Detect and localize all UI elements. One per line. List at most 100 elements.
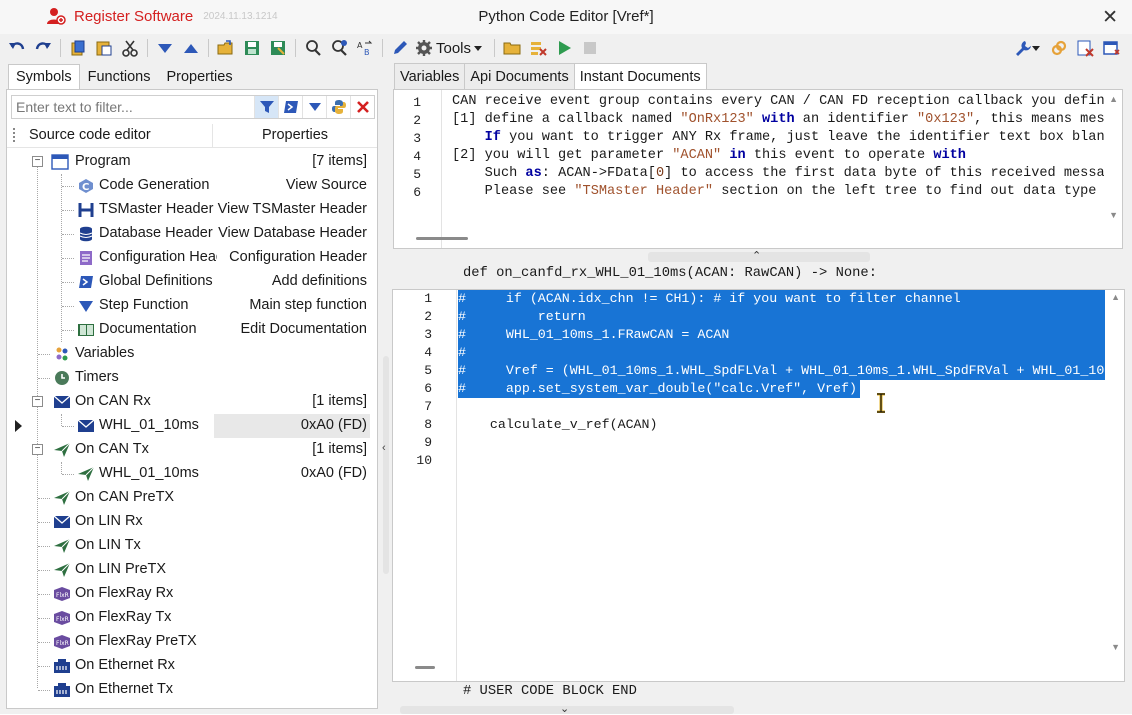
chain-link-icon: [1051, 40, 1067, 56]
send-icon: [77, 465, 95, 483]
tab-instant-documents[interactable]: Instant Documents: [573, 63, 707, 90]
horizontal-scrollbar-thumb[interactable]: [416, 237, 468, 240]
run-button[interactable]: [553, 37, 575, 59]
move-up-button[interactable]: [180, 37, 202, 59]
filter-input[interactable]: [12, 96, 254, 118]
paste-button[interactable]: [93, 37, 115, 59]
close-icon: [356, 101, 369, 113]
ethernet-icon: [53, 657, 71, 675]
tree-item-code-generation[interactable]: C Code Generation View Source: [7, 174, 377, 198]
tree-item-property: Configuration Header: [226, 249, 367, 265]
doc-keyword-span: as: [525, 166, 542, 181]
tree-item-label: Timers: [75, 369, 119, 385]
move-down-button[interactable]: [154, 37, 176, 59]
horizontal-scrollbar-thumb[interactable]: [415, 666, 435, 669]
tree-item-on-lin-tx[interactable]: On LIN Tx: [7, 534, 377, 558]
collapse-up-arrow-icon[interactable]: ⌃: [752, 249, 761, 262]
tree-item-global-definitions[interactable]: Global Definitions Add definitions: [7, 270, 377, 294]
tree-item-on-flexray-rx[interactable]: FlxR On FlexRay Rx: [7, 582, 377, 606]
tree-item-on-lin-rx[interactable]: On LIN Rx: [7, 510, 377, 534]
tree-item-tsmaster-header[interactable]: TSMaster Header View TSMaster Header: [7, 198, 377, 222]
redo-button[interactable]: [32, 37, 54, 59]
filter-button[interactable]: [254, 96, 278, 118]
tree-item-whl-01-10ms-tx[interactable]: WHL_01_10ms 0xA0 (FD): [7, 462, 377, 486]
code-line: # if (ACAN.idx_chn != CH1): # if you wan…: [458, 291, 961, 306]
pencil-icon: [394, 41, 407, 54]
tree-item-database-header[interactable]: Database Header View Database Header: [7, 222, 377, 246]
close-document-button[interactable]: [1074, 37, 1096, 59]
tree-item-on-flexray-tx[interactable]: FlxR On FlexRay Tx: [7, 606, 377, 630]
collapse-down-arrow-icon[interactable]: ⌄: [560, 702, 569, 715]
save-as-button[interactable]: [267, 37, 289, 59]
tab-api-documents[interactable]: Api Documents: [464, 63, 575, 90]
code-editor[interactable]: 1 2 3 4 5 6 7 8 9 10 # if (ACAN.idx_chn …: [392, 289, 1125, 682]
settings-dropdown-button[interactable]: [1010, 37, 1044, 59]
collapse-toggle[interactable]: −: [32, 444, 43, 455]
copy-button[interactable]: [67, 37, 89, 59]
database-icon: [77, 225, 95, 243]
find-button[interactable]: [302, 37, 324, 59]
collapse-left-arrow-icon[interactable]: ‹: [382, 442, 386, 454]
tree-header-name-column[interactable]: Source code editor: [7, 124, 213, 147]
tree-item-label: Code Generation: [99, 177, 210, 193]
send-icon: [53, 489, 71, 507]
python-filter-button[interactable]: [326, 96, 350, 118]
tab-variables[interactable]: Variables: [394, 63, 466, 90]
tree-guide-line: [62, 210, 74, 211]
doc-line-number-gutter: 1 2 3 4 5 6: [394, 90, 442, 248]
scroll-up-icon[interactable]: ▲: [1109, 94, 1118, 104]
tree-item-on-flexray-pretx[interactable]: FlxR On FlexRay PreTX: [7, 630, 377, 654]
tree-item-label: WHL_01_10ms: [99, 417, 199, 433]
open-file-button[interactable]: [215, 37, 237, 59]
clear-filter-button[interactable]: [350, 96, 374, 118]
close-window-button[interactable]: ✕: [1102, 6, 1118, 29]
tree-item-on-lin-pretx[interactable]: On LIN PreTX: [7, 558, 377, 582]
cut-button[interactable]: [119, 37, 141, 59]
replace-button[interactable]: AB: [354, 37, 376, 59]
tools-menu[interactable]: Tools: [415, 39, 483, 57]
tree-item-on-can-rx[interactable]: − On CAN Rx [1 items]: [7, 390, 377, 414]
panel-splitter[interactable]: ‹: [381, 64, 391, 710]
tree-header-properties-column[interactable]: Properties: [213, 124, 377, 147]
tree-item-documentation[interactable]: Documentation Edit Documentation: [7, 318, 377, 342]
window-mode-button[interactable]: [1100, 37, 1122, 59]
tree-item-label: On LIN PreTX: [75, 561, 167, 577]
open-folder-button[interactable]: [501, 37, 523, 59]
link-button[interactable]: [1048, 37, 1070, 59]
powershell-filter-button[interactable]: [278, 96, 302, 118]
instant-documents-viewer[interactable]: 1 2 3 4 5 6 CAN receive event group cont…: [393, 89, 1123, 249]
stop-button[interactable]: [579, 37, 601, 59]
tree-item-timers[interactable]: Timers: [7, 366, 377, 390]
undo-button[interactable]: [6, 37, 28, 59]
scroll-up-icon[interactable]: ▲: [1111, 292, 1120, 302]
tab-properties[interactable]: Properties: [158, 64, 240, 90]
triangle-up-icon: [184, 44, 198, 53]
clear-button[interactable]: [527, 37, 549, 59]
edit-button[interactable]: [389, 37, 411, 59]
tab-functions[interactable]: Functions: [80, 64, 159, 90]
tree-item-label: On Ethernet Tx: [75, 681, 174, 697]
row-indicator-arrow-icon: [15, 420, 22, 432]
collapse-filter-button[interactable]: [302, 96, 326, 118]
tree-item-whl-01-10ms-rx[interactable]: WHL_01_10ms 0xA0 (FD): [7, 414, 377, 438]
tree-item-on-ethernet-rx[interactable]: On Ethernet Rx: [7, 654, 377, 678]
tree-item-on-can-tx[interactable]: − On CAN Tx [1 items]: [7, 438, 377, 462]
documents-splitter[interactable]: ⌃: [648, 249, 870, 262]
tree-item-program[interactable]: − Program [7 items]: [7, 150, 377, 174]
tab-symbols[interactable]: Symbols: [8, 64, 80, 90]
save-button[interactable]: [241, 37, 263, 59]
find-next-button[interactable]: [328, 37, 350, 59]
tree-item-step-function[interactable]: Step Function Main step function: [7, 294, 377, 318]
tree-item-variables[interactable]: Variables: [7, 342, 377, 366]
tree-item-on-can-pretx[interactable]: On CAN PreTX: [7, 486, 377, 510]
collapse-toggle[interactable]: −: [32, 396, 43, 407]
tree-item-on-ethernet-tx[interactable]: On Ethernet Tx: [7, 678, 377, 702]
doc-number-span: 0: [655, 166, 665, 181]
main-toolbar: AB Tools: [0, 34, 1132, 62]
tree-item-configuration-header[interactable]: Configuration Header Configuration Heade…: [7, 246, 377, 270]
bottom-splitter[interactable]: ⌄: [400, 703, 734, 715]
scroll-down-icon[interactable]: ▼: [1111, 642, 1120, 652]
collapse-toggle[interactable]: −: [32, 156, 43, 167]
scroll-down-icon[interactable]: ▼: [1109, 210, 1118, 220]
splitter-handle[interactable]: [383, 356, 389, 574]
